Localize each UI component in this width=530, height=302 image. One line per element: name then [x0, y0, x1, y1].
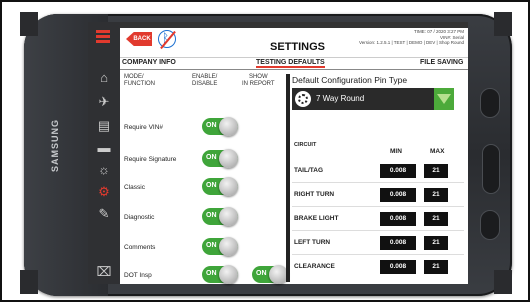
sidebar: ⌂ ✈ ▤ ▬ ☼ ⚙ ✎ ⌧	[88, 22, 120, 284]
clipboard-icon[interactable]: ▤	[96, 118, 112, 134]
device-info: TIME: 07 / 2020 3:27 PM VIN#: Serial Ver…	[359, 29, 464, 46]
max-header: MAX	[430, 148, 445, 155]
row-divider	[292, 182, 464, 183]
toggle-knob	[219, 149, 238, 168]
toggle-text: ON	[206, 212, 217, 219]
max-field-right-turn[interactable]: 21	[424, 188, 448, 202]
side-button-top	[480, 88, 500, 118]
circuit-label-clearance: CLEARANCE	[294, 263, 335, 270]
row-label-require-vin: Require VIN#	[124, 124, 164, 131]
tab-bar: COMPANY INFO TESTING DEFAULTS FILE SAVIN…	[120, 58, 468, 70]
dropdown-arrow-button[interactable]	[434, 88, 454, 110]
toggle-knob	[219, 207, 238, 226]
min-field-left-turn[interactable]: 0.008	[380, 236, 416, 250]
toggle-classic[interactable]: ON	[202, 177, 238, 196]
min-field-clearance[interactable]: 0.008	[380, 260, 416, 274]
tab-testing-defaults[interactable]: TESTING DEFAULTS	[256, 59, 325, 68]
header-report: SHOW IN REPORT	[242, 74, 275, 87]
header-mode: MODE/ FUNCTION	[124, 74, 155, 87]
screenshot-frame: SAMSUNG ⌂ ✈ ▤ ▬ ☼ ⚙ ✎ ⌧ BACK ᛒ SETTINGS …	[0, 0, 530, 302]
toggle-dot-insp[interactable]: ON	[202, 265, 238, 284]
row-label-diagnostic: Diagnostic	[124, 214, 155, 221]
menu-icon[interactable]	[96, 30, 110, 43]
circuit-header: CIRCUIT	[294, 142, 317, 148]
toggle-require-signature[interactable]: ON	[202, 149, 238, 168]
corner-tab-bottom-right	[494, 270, 512, 294]
toggle-diagnostic[interactable]: ON	[202, 207, 238, 226]
info-line-version: Version: 1.2.5.1 | TEST | DEMO | DEV | S…	[358, 40, 464, 45]
row-divider	[292, 230, 464, 231]
toggle-text: ON	[206, 122, 217, 129]
max-field-left-turn[interactable]: 21	[424, 236, 448, 250]
mode-function-panel: MODE/ FUNCTION ENABLE/ DISABLE SHOW IN R…	[120, 72, 288, 284]
page-title: SETTINGS	[270, 41, 326, 53]
circuit-label-brake-light: BRAKE LIGHT	[294, 215, 339, 222]
tab-file-saving[interactable]: FILE SAVING	[420, 59, 463, 66]
wrench-icon[interactable]: ⚙	[96, 184, 112, 200]
scan-icon[interactable]: ⌧	[96, 264, 112, 280]
pin-config-title: Default Configuration Pin Type	[292, 75, 408, 85]
edit-icon[interactable]: ✎	[96, 206, 112, 222]
circuit-label-left-turn: LEFT TURN	[294, 239, 331, 246]
toggle-require-vin[interactable]: ON	[202, 117, 238, 136]
pin-type-value: 7 Way Round	[316, 94, 365, 103]
toggle-dot-insp-report[interactable]: ON	[252, 265, 288, 284]
circuit-label-right-turn: RIGHT TURN	[294, 191, 335, 198]
row-divider	[292, 206, 464, 207]
top-bar: BACK ᛒ SETTINGS TIME: 07 / 2020 3:27 PM …	[120, 28, 468, 58]
toggle-text: ON	[206, 242, 217, 249]
brand-label: SAMSUNG	[50, 118, 60, 172]
pin-config-panel: Default Configuration Pin Type 7 Way Rou…	[292, 72, 468, 284]
chevron-down-icon	[437, 94, 451, 104]
max-field-tail-tag[interactable]: 21	[424, 164, 448, 178]
min-field-tail-tag[interactable]: 0.008	[380, 164, 416, 178]
toggle-knob	[219, 237, 238, 256]
side-button-bottom	[480, 210, 500, 240]
row-label-classic: Classic	[124, 184, 145, 191]
home-icon[interactable]: ⌂	[96, 70, 112, 86]
toggle-text: ON	[206, 270, 217, 277]
toggle-text: ON	[206, 182, 217, 189]
max-field-clearance[interactable]: 21	[424, 260, 448, 274]
pin-type-dropdown[interactable]: 7 Way Round	[292, 88, 454, 110]
pin-connector-icon	[295, 91, 311, 107]
toggle-comments[interactable]: ON	[202, 237, 238, 256]
row-label-comments: Comments	[124, 244, 156, 251]
toggle-knob	[219, 265, 238, 284]
corner-tab-bottom-left	[20, 270, 38, 294]
folder-icon[interactable]: ▬	[96, 140, 112, 156]
panel-divider	[286, 74, 290, 282]
side-button-middle	[482, 144, 500, 194]
corner-tab-top-right	[494, 12, 512, 36]
bluetooth-icon[interactable]: ᛒ	[158, 30, 176, 50]
bulb-icon[interactable]: ☼	[96, 162, 112, 178]
min-field-brake-light[interactable]: 0.008	[380, 212, 416, 226]
circuit-label-tail-tag: TAIL/TAG	[294, 167, 324, 174]
header-enable: ENABLE/ DISABLE	[192, 74, 218, 87]
corner-tab-top-left	[20, 12, 38, 36]
row-label-dot-insp: DOT Insp	[124, 272, 152, 279]
toggle-text: ON	[206, 154, 217, 161]
plane-icon[interactable]: ✈	[96, 94, 112, 110]
toggle-text: ON	[256, 270, 267, 277]
row-label-require-signature: Require Signature	[124, 156, 177, 163]
toggle-knob	[219, 177, 238, 196]
min-field-right-turn[interactable]: 0.008	[380, 188, 416, 202]
tab-company-info[interactable]: COMPANY INFO	[122, 59, 176, 66]
min-header: MIN	[390, 148, 402, 155]
toggle-knob	[219, 117, 238, 136]
row-divider	[292, 254, 464, 255]
back-button[interactable]: BACK	[126, 32, 152, 46]
max-field-brake-light[interactable]: 21	[424, 212, 448, 226]
